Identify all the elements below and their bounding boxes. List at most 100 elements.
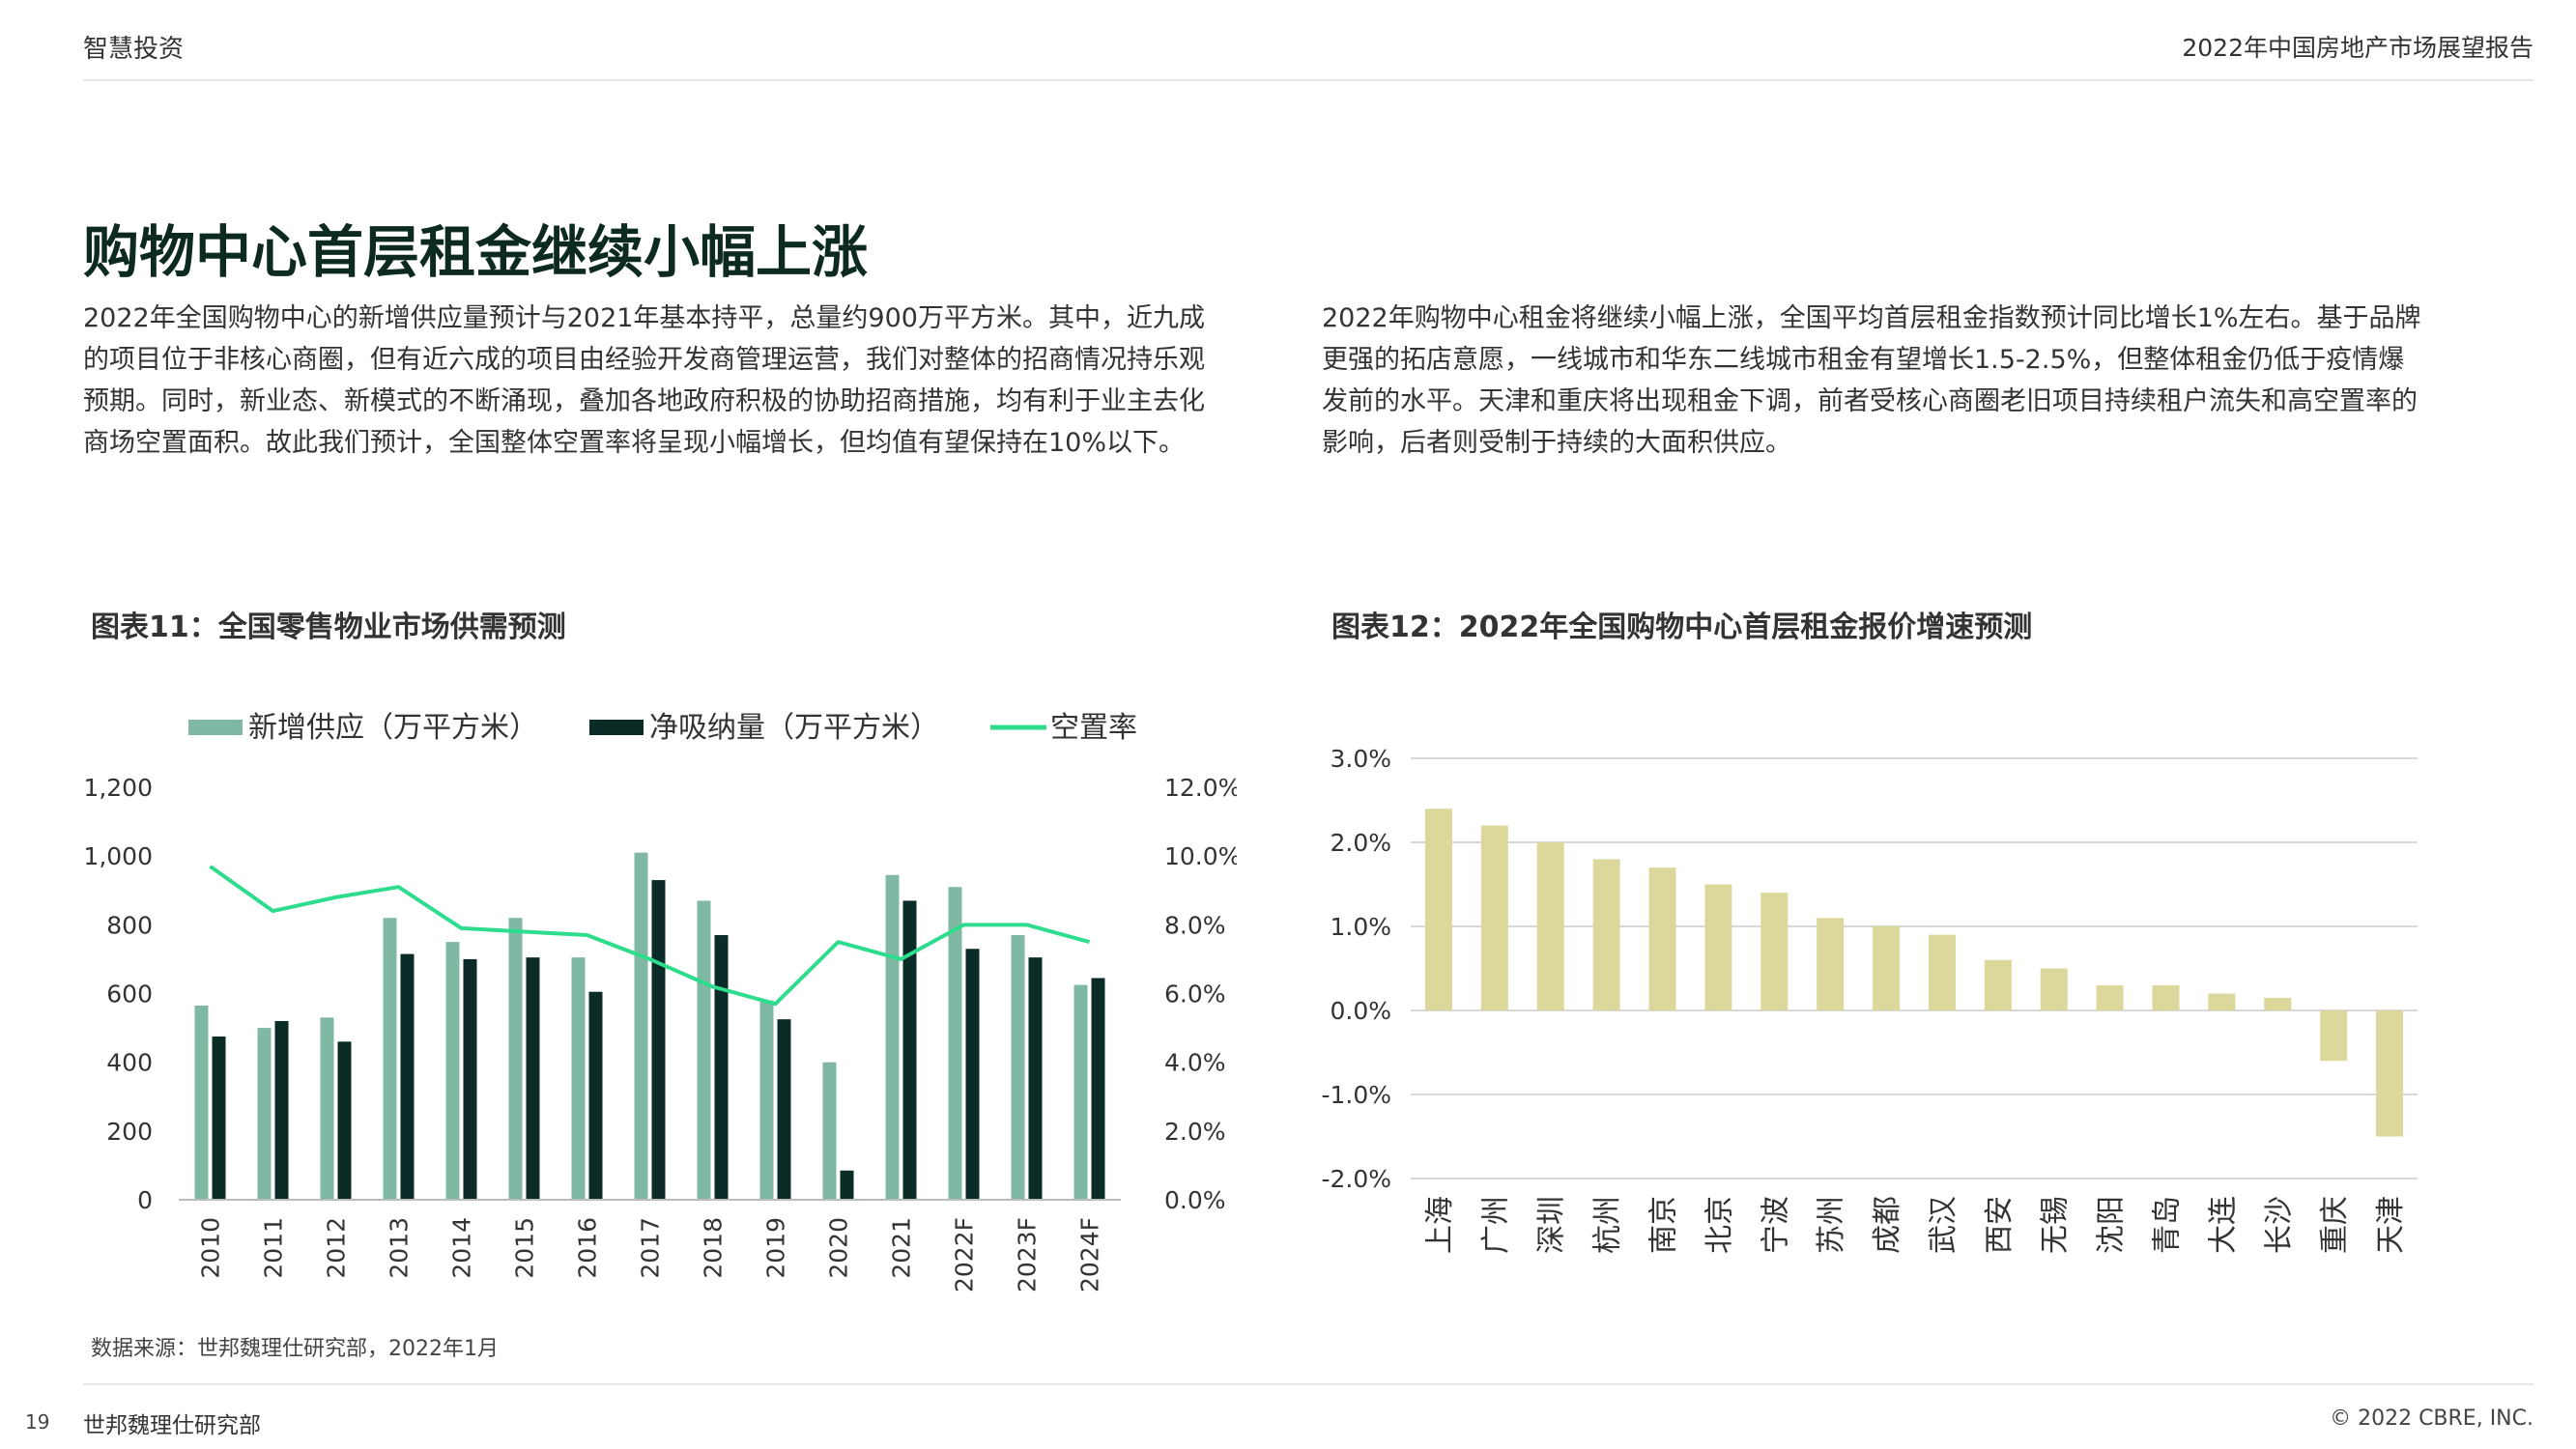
footer-divider xyxy=(83,1383,2533,1385)
absorption-bar xyxy=(777,1019,791,1200)
city-label: 沈阳 xyxy=(2095,1196,2129,1254)
city-label: 杭州 xyxy=(1591,1196,1625,1254)
absorption-bar xyxy=(400,953,415,1200)
rent-growth-bar xyxy=(1928,934,1956,1010)
x-axis-tick-label: 2010 xyxy=(197,1217,225,1279)
paragraph-right: 2022年购物中心租金将继续小幅上涨，全国平均首层租金指数预计同比增长1%左右。… xyxy=(1322,303,2421,458)
rent-growth-bar xyxy=(2096,984,2124,1010)
rent-growth-bar xyxy=(1817,918,1845,1010)
header-divider xyxy=(83,79,2533,81)
city-label: 宁波 xyxy=(1759,1196,1792,1254)
rent-growth-bar xyxy=(1592,859,1620,1010)
rent-growth-bar xyxy=(2208,993,2236,1010)
city-label: 重庆 xyxy=(2318,1196,2352,1254)
rent-growth-bar xyxy=(1760,893,1789,1010)
supply-bar xyxy=(383,918,397,1200)
right-axis-tick-label: 6.0% xyxy=(1164,980,1226,1009)
supply-bar xyxy=(1073,984,1088,1200)
right-axis-tick-label: 0.0% xyxy=(1164,1186,1226,1214)
supply-bar xyxy=(194,1005,209,1200)
rent-growth-bar xyxy=(2320,1010,2348,1062)
absorption-bar xyxy=(588,991,603,1200)
right-axis-tick-label: 12.0% xyxy=(1164,774,1237,802)
left-axis-tick-label: 800 xyxy=(106,911,153,939)
supply-bar xyxy=(571,957,586,1200)
rent-growth-bar xyxy=(2376,1010,2404,1137)
supply-bar xyxy=(634,852,648,1200)
rent-growth-bar xyxy=(1648,867,1676,1010)
legend-swatch-supply xyxy=(188,720,243,735)
absorption-bar xyxy=(212,1036,226,1200)
city-label: 青岛 xyxy=(2151,1196,2185,1254)
supply-bar xyxy=(697,900,711,1200)
supply-bar xyxy=(508,918,523,1200)
city-label: 南京 xyxy=(1647,1196,1681,1254)
chart2-title: 图表12：2022年全国购物中心首层租金报价增速预测 xyxy=(1331,611,2033,644)
rent-growth-bar xyxy=(1480,825,1508,1010)
left-axis-tick-label: 1,200 xyxy=(83,774,153,802)
data-source: 数据来源：世邦魏理仕研究部，2022年1月 xyxy=(91,1337,499,1361)
supply-bar xyxy=(257,1028,272,1200)
x-axis-tick-label: 2024F xyxy=(1076,1217,1104,1293)
supply-demand-chart: 新增供应（万平方米） 净吸纳量（万平方米） 空置率 0 200 400 600 800 1,00… xyxy=(83,711,1237,1293)
rent-growth-bar xyxy=(1424,809,1452,1010)
city-label: 长沙 xyxy=(2262,1196,2296,1254)
x-axis-tick-label: 2022F xyxy=(951,1217,979,1293)
x-axis-tick-label: 2018 xyxy=(700,1217,728,1279)
x-axis-tick-label: 2012 xyxy=(323,1217,351,1279)
city-label: 无锡 xyxy=(2039,1196,2073,1254)
legend-label: 新增供应（万平方米） xyxy=(248,711,538,745)
supply-bar xyxy=(1011,935,1025,1200)
footer-copyright: © 2022 CBRE, INC. xyxy=(2330,1406,2533,1431)
absorption-bar xyxy=(714,935,729,1200)
y-axis-tick-label: -1.0% xyxy=(1321,1081,1391,1109)
city-label: 天津 xyxy=(2374,1196,2408,1254)
legend-label: 净吸纳量（万平方米） xyxy=(649,711,939,745)
absorption-bar xyxy=(463,958,477,1200)
x-axis-tick-label: 2011 xyxy=(260,1217,288,1279)
supply-bar xyxy=(445,942,460,1200)
city-label: 广州 xyxy=(1479,1196,1513,1254)
x-axis-tick-label: 2014 xyxy=(448,1217,476,1279)
x-axis-tick-label: 2017 xyxy=(637,1217,665,1279)
rent-growth-bar xyxy=(2264,997,2292,1010)
x-axis-tick-label: 2013 xyxy=(386,1217,414,1279)
absorption-bar xyxy=(274,1020,289,1200)
x-axis-tick-label: 2016 xyxy=(574,1217,602,1279)
y-axis-tick-label: 1.0% xyxy=(1330,913,1391,941)
footer-department: 世邦魏理仕研究部 xyxy=(83,1413,261,1438)
legend-label: 空置率 xyxy=(1050,711,1137,745)
absorption-bar xyxy=(1091,978,1105,1200)
right-axis-tick-label: 4.0% xyxy=(1164,1049,1226,1077)
y-axis-tick-label: -2.0% xyxy=(1321,1165,1391,1193)
x-axis-tick-label: 2023F xyxy=(1014,1217,1042,1293)
absorption-bar xyxy=(651,880,666,1200)
x-axis-tick-label: 2015 xyxy=(511,1217,539,1279)
absorption-bar xyxy=(337,1041,352,1200)
rent-growth-bar xyxy=(1873,926,1901,1010)
legend-swatch-absorption xyxy=(589,720,644,735)
right-axis-tick-label: 10.0% xyxy=(1164,842,1237,870)
report-page: 智慧投资 2022年中国房地产市场展望报告 购物中心首层租金继续小幅上涨 202… xyxy=(0,0,2576,1449)
absorption-bar xyxy=(840,1170,854,1200)
y-axis-tick-label: 0.0% xyxy=(1330,997,1391,1025)
x-axis-tick-label: 2021 xyxy=(888,1217,916,1279)
absorption-bar xyxy=(902,900,917,1200)
x-axis-tick-label: 2019 xyxy=(762,1217,790,1279)
right-axis-tick-label: 8.0% xyxy=(1164,911,1226,939)
rent-growth-bar xyxy=(1536,842,1564,1010)
rent-growth-chart: 3.0% 2.0% 1.0% 0.0% -1.0% -2.0% 上海 广州 深圳 杭州 南京 北京 宁波… xyxy=(1321,745,2418,1254)
left-axis-tick-label: 1,000 xyxy=(83,842,153,870)
left-axis-tick-label: 0 xyxy=(137,1186,153,1214)
supply-bar xyxy=(320,1017,334,1200)
header-report-title: 2022年中国房地产市场展望报告 xyxy=(2182,34,2533,62)
chart1-title: 图表11：全国零售物业市场供需预测 xyxy=(91,611,566,644)
city-label: 深圳 xyxy=(1535,1196,1569,1254)
left-axis-tick-label: 400 xyxy=(106,1049,153,1077)
supply-bar xyxy=(822,1062,837,1200)
absorption-bar xyxy=(526,957,540,1200)
city-label: 北京 xyxy=(1703,1196,1736,1254)
absorption-bar xyxy=(965,949,980,1200)
city-label: 西安 xyxy=(1983,1196,2017,1254)
y-axis-tick-label: 3.0% xyxy=(1330,745,1391,773)
